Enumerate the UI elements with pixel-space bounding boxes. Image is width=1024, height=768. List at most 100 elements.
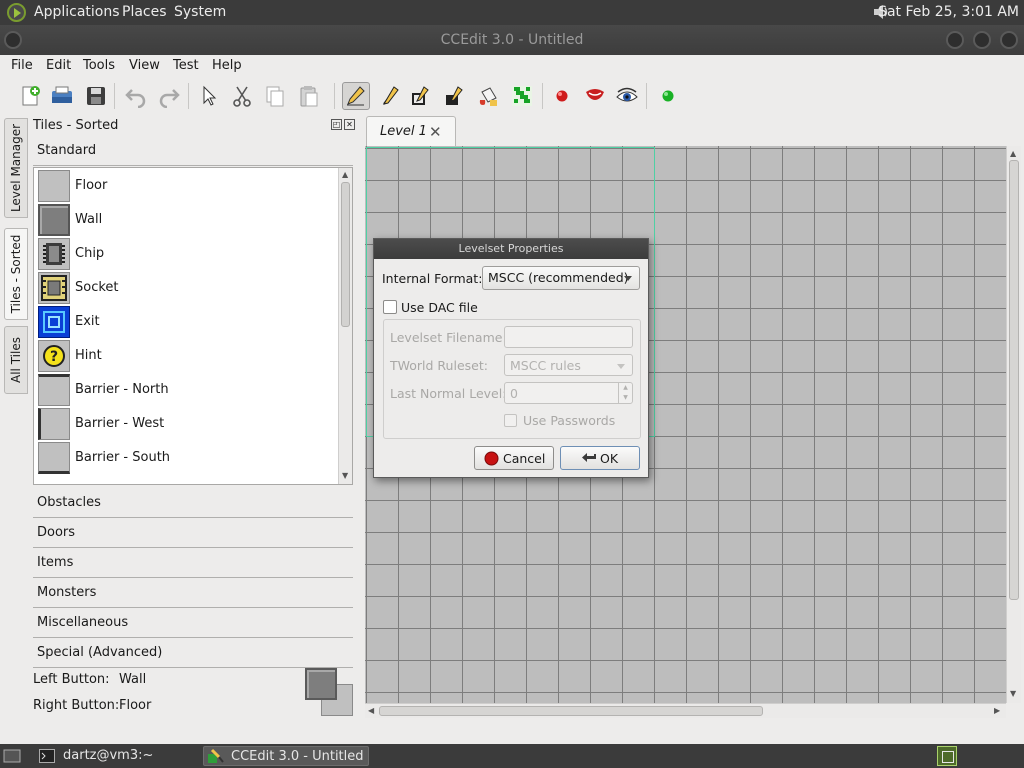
tile-list[interactable]: Floor Wall Chip Socket Exit ? Hint Barri… — [33, 167, 353, 485]
grid-vertical-scrollbar[interactable]: ▲ ▼ — [1006, 146, 1021, 703]
tworld-ruleset-combo[interactable]: MSCC rules — [504, 354, 633, 376]
path-maker-icon[interactable] — [508, 82, 536, 110]
use-dac-checkbox[interactable] — [383, 300, 397, 314]
maximize-icon[interactable] — [973, 31, 991, 49]
dock-float-icon[interactable]: ◰ — [331, 119, 342, 130]
places-menu[interactable]: Places — [122, 4, 167, 20]
menu-tools[interactable]: Tools — [83, 58, 115, 73]
open-icon[interactable] — [48, 82, 76, 110]
trap-connect-icon[interactable] — [548, 82, 576, 110]
clock[interactable]: Sat Feb 25, 3:01 AM — [878, 4, 1019, 20]
list-item[interactable]: Socket — [38, 271, 338, 305]
applications-menu[interactable]: Applications — [34, 4, 120, 20]
list-item[interactable]: Barrier - South — [38, 441, 338, 475]
distro-logo-icon[interactable] — [7, 3, 26, 22]
menu-help[interactable]: Help — [212, 58, 242, 73]
tab-all-tiles[interactable]: All Tiles — [4, 326, 28, 394]
cancel-label: Cancel — [503, 451, 546, 466]
menu-view[interactable]: View — [129, 58, 160, 73]
list-item[interactable]: Barrier - West — [38, 407, 338, 441]
menu-edit[interactable]: Edit — [46, 58, 71, 73]
tab-level-manager[interactable]: Level Manager — [4, 118, 28, 218]
close-tab-icon[interactable]: ✕ — [429, 123, 442, 141]
list-item[interactable]: Exit — [38, 305, 338, 339]
bottom-taskbar: dartz@vm3:~ CCEdit 3.0 - Untitled — [0, 744, 1024, 768]
grid-horizontal-scrollbar[interactable]: ◀ ▶ — [365, 703, 1006, 718]
inspect-eye-icon[interactable] — [613, 82, 641, 110]
draw-pencil-icon[interactable] — [342, 82, 370, 110]
section-doors[interactable]: Doors — [33, 519, 353, 548]
list-item[interactable]: Chip — [38, 237, 338, 271]
line-tool-icon[interactable] — [376, 82, 404, 110]
tile-list-scrollbar[interactable]: ▲ ▼ — [338, 168, 352, 484]
grid-vertical-scroll-thumb[interactable] — [1009, 160, 1019, 600]
ok-button[interactable]: OK — [560, 446, 640, 470]
scroll-left-icon[interactable]: ◀ — [368, 706, 374, 715]
system-menu[interactable]: System — [174, 4, 226, 20]
cloner-connect-icon[interactable] — [581, 82, 609, 110]
workspace-switcher[interactable] — [937, 746, 957, 766]
section-special-advanced-label: Special (Advanced) — [37, 645, 163, 660]
scroll-down-icon[interactable]: ▼ — [342, 471, 348, 480]
section-obstacles[interactable]: Obstacles — [33, 489, 353, 518]
minimize-icon[interactable] — [946, 31, 964, 49]
close-window-icon[interactable] — [1000, 31, 1018, 49]
copy-icon[interactable] — [261, 82, 289, 110]
undo-icon[interactable] — [122, 82, 150, 110]
list-item[interactable]: Wall — [38, 203, 338, 237]
grid-horizontal-scroll-thumb[interactable] — [379, 706, 763, 716]
list-item[interactable]: Floor — [38, 169, 338, 203]
rectangle-tool-icon[interactable] — [408, 82, 436, 110]
right-button-label: Right Button: — [33, 698, 120, 713]
exit-tile-icon — [38, 306, 70, 338]
tab-level-1[interactable]: Level 1 ✕ — [366, 116, 456, 146]
task-terminal[interactable]: dartz@vm3:~ — [36, 746, 196, 766]
window-menu-icon[interactable] — [4, 31, 22, 49]
paste-icon[interactable] — [294, 82, 322, 110]
menu-test[interactable]: Test — [173, 58, 199, 73]
task-ccedit[interactable]: CCEdit 3.0 - Untitled — [203, 746, 369, 766]
cancel-button[interactable]: Cancel — [474, 446, 554, 470]
spinbox-arrows-icon[interactable]: ▲ ▼ — [618, 383, 632, 403]
fill-tool-icon[interactable] — [441, 82, 469, 110]
last-normal-level-spinbox[interactable]: 0 ▲ ▼ — [504, 382, 633, 404]
dock-close-icon[interactable]: ✕ — [344, 119, 355, 130]
menu-file[interactable]: File — [11, 58, 33, 73]
list-item[interactable]: ? Hint — [38, 339, 338, 373]
dialog-title[interactable]: Levelset Properties — [374, 239, 648, 259]
scroll-up-icon[interactable]: ▲ — [342, 170, 348, 179]
section-standard[interactable]: Standard — [33, 137, 353, 166]
scroll-up-icon[interactable]: ▲ — [1010, 149, 1016, 158]
section-monsters[interactable]: Monsters — [33, 579, 353, 608]
task-terminal-label: dartz@vm3:~ — [63, 748, 154, 763]
save-icon[interactable] — [82, 82, 110, 110]
section-miscellaneous[interactable]: Miscellaneous — [33, 609, 353, 638]
use-passwords-checkbox[interactable] — [504, 414, 517, 427]
redo-icon[interactable] — [155, 82, 183, 110]
levelset-filename-field[interactable] — [504, 326, 633, 348]
tab-tiles-sorted[interactable]: Tiles - Sorted — [4, 228, 28, 320]
internal-format-combo[interactable]: MSCC (recommended) — [482, 266, 640, 290]
select-tool-icon[interactable] — [195, 82, 223, 110]
scroll-down-icon[interactable]: ▼ — [1010, 689, 1016, 698]
section-items[interactable]: Items — [33, 549, 353, 578]
tab-all-tiles-label: All Tiles — [9, 337, 23, 383]
cut-icon[interactable] — [228, 82, 256, 110]
list-item[interactable]: Barrier - North — [38, 373, 338, 407]
window-titlebar[interactable]: CCEdit 3.0 - Untitled — [0, 25, 1024, 55]
scroll-right-icon[interactable]: ▶ — [994, 706, 1000, 715]
section-doors-label: Doors — [37, 525, 76, 540]
tile-label: Barrier - North — [75, 382, 169, 397]
tile-list-scroll-thumb[interactable] — [341, 182, 350, 327]
flood-fill-icon[interactable] — [474, 82, 502, 110]
show-desktop-icon[interactable] — [3, 746, 21, 766]
tile-label: Exit — [75, 314, 100, 329]
play-test-icon[interactable] — [654, 82, 682, 110]
ok-label: OK — [600, 451, 619, 466]
section-special-advanced[interactable]: Special (Advanced) — [33, 639, 353, 668]
new-levelset-icon[interactable] — [16, 82, 44, 110]
section-standard-label: Standard — [37, 143, 97, 158]
section-monsters-label: Monsters — [37, 585, 97, 600]
left-button-value: Wall — [119, 672, 147, 687]
use-dac-label[interactable]: Use DAC file — [401, 300, 478, 315]
